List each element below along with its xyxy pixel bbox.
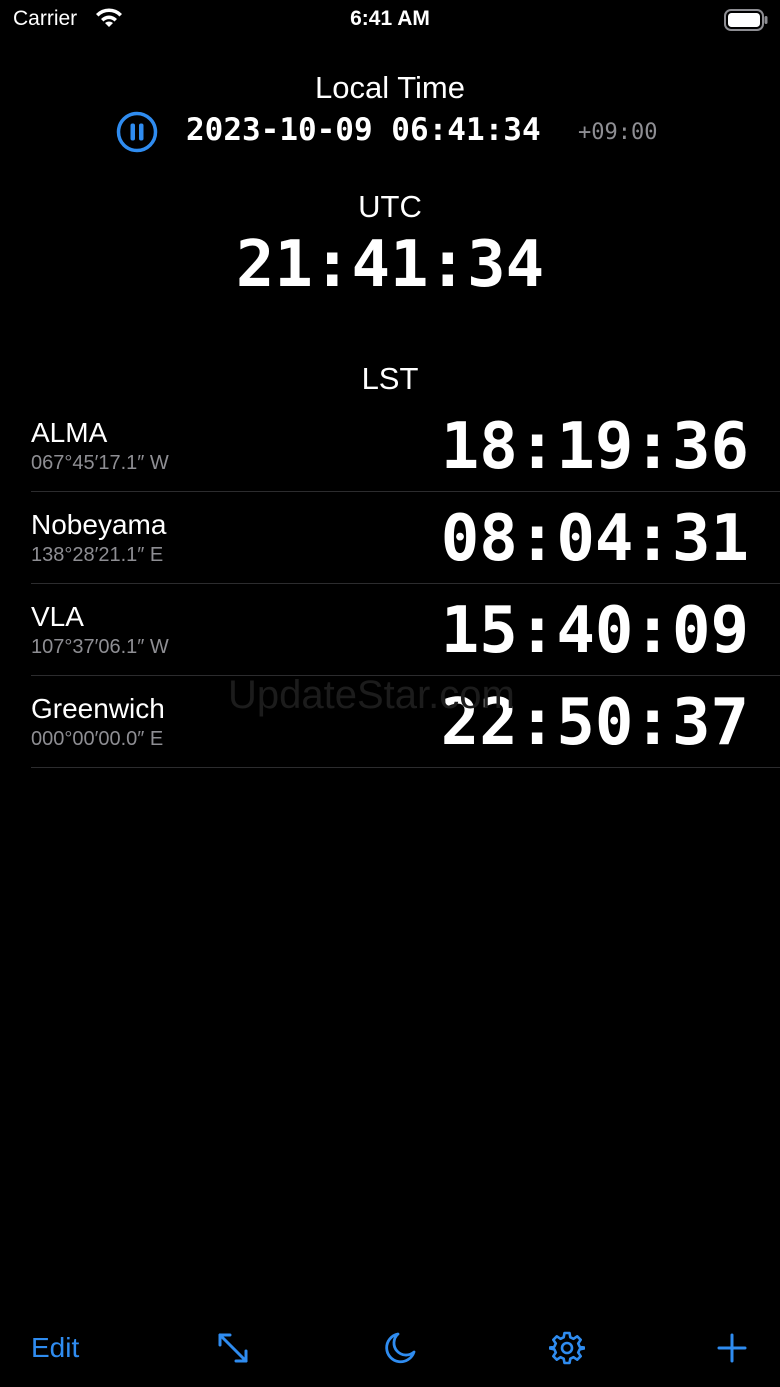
site-lst-time: 22:50:37 [440, 686, 749, 760]
status-bar: Carrier 6:41 AM [0, 0, 780, 40]
local-time-title: Local Time [315, 70, 465, 105]
site-row-greenwich[interactable]: Greenwich 000°00′00.0″ E 22:50:37 [31, 676, 780, 768]
site-longitude: 107°37′06.1″ W [31, 636, 169, 658]
site-name: Nobeyama [31, 509, 167, 540]
site-row-alma[interactable]: ALMA 067°45′17.1″ W 18:19:36 [31, 400, 780, 492]
site-longitude: 000°00′00.0″ E [31, 728, 164, 750]
site-row-vla[interactable]: VLA 107°37′06.1″ W 15:40:09 [31, 584, 780, 676]
utc-time: 21:41:34 [235, 228, 545, 302]
timezone-offset: +09:00 [578, 120, 658, 145]
status-time: 6:41 AM [350, 7, 430, 30]
battery-icon [724, 9, 768, 31]
gear-icon[interactable] [549, 1330, 585, 1366]
site-row-nobeyama[interactable]: Nobeyama 138°28′21.1″ E 08:04:31 [31, 492, 780, 584]
local-time-row: 2023-10-09 06:41:34 +09:00 [0, 110, 780, 154]
site-lst-time: 15:40:09 [440, 594, 749, 668]
site-lst-time: 18:19:36 [440, 410, 749, 484]
local-datetime: 2023-10-09 06:41:34 [186, 112, 541, 148]
site-name: ALMA [31, 417, 108, 448]
site-name: Greenwich [31, 693, 165, 724]
plus-icon[interactable] [714, 1330, 750, 1366]
site-name: VLA [31, 601, 84, 632]
site-lst-time: 08:04:31 [440, 502, 749, 576]
edit-button[interactable]: Edit [31, 1332, 79, 1364]
site-longitude: 138°28′21.1″ E [31, 544, 164, 566]
moon-icon[interactable] [382, 1330, 418, 1366]
site-longitude: 067°45′17.1″ W [31, 452, 169, 474]
lst-title: LST [361, 361, 419, 396]
site-list: ALMA 067°45′17.1″ W 18:19:36 Nobeyama 13… [0, 400, 780, 768]
utc-title: UTC [358, 189, 422, 224]
expand-icon[interactable] [215, 1330, 251, 1366]
pause-icon[interactable] [115, 110, 159, 154]
bottom-toolbar: Edit [0, 1320, 780, 1380]
